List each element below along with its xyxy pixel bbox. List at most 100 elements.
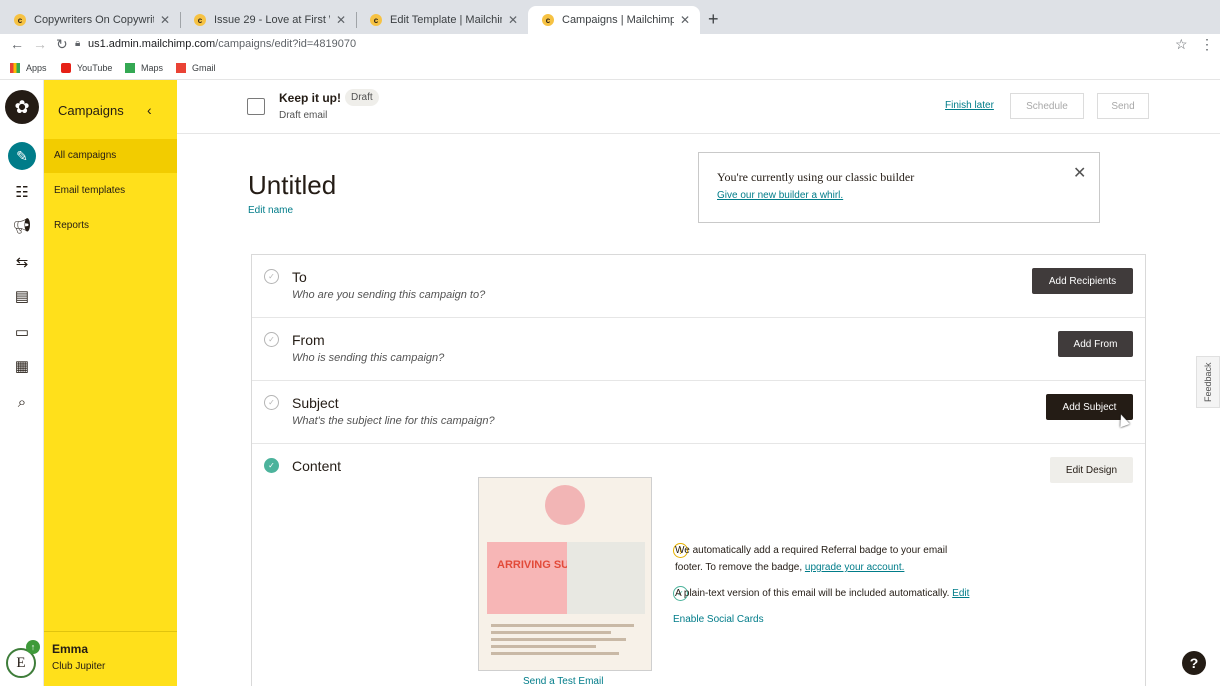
email-draft-icon — [247, 98, 265, 115]
send-button[interactable]: Send — [1097, 93, 1149, 119]
account-switcher[interactable]: Emma Club Jupiter — [44, 631, 177, 686]
forward-arrow-icon[interactable]: → — [33, 36, 47, 52]
feedback-tab[interactable]: Feedback — [1196, 356, 1220, 408]
referral-text: footer. To remove the badge, — [675, 562, 803, 573]
header-subtitle: Draft email — [279, 110, 328, 121]
row-subtext: Who is sending this campaign? — [292, 352, 445, 364]
campaign-checklist: ✓ To Who are you sending this campaign t… — [251, 254, 1146, 687]
apps-grid-icon — [10, 63, 20, 73]
send-test-email-link[interactable]: Send a Test Email — [523, 676, 603, 687]
edit-design-button[interactable]: Edit Design — [1050, 457, 1133, 483]
reload-icon[interactable]: ↻ — [56, 36, 68, 53]
sidebar-item-all-campaigns[interactable]: All campaigns — [44, 139, 177, 173]
row-heading: Subject — [292, 395, 339, 411]
sidebar-title: Campaigns — [58, 103, 124, 118]
integrations-grid-icon[interactable]: ▦ — [12, 356, 32, 376]
upgrade-arrow-icon[interactable]: ↑ — [26, 640, 40, 654]
row-heading: From — [292, 332, 325, 348]
check-circle-done-icon: ✓ — [264, 458, 279, 473]
website-icon[interactable]: ▤ — [12, 286, 32, 306]
mailchimp-favicon-icon: c — [194, 14, 206, 26]
row-subtext: What's the subject line for this campaig… — [292, 415, 495, 427]
mailchimp-logo-icon[interactable]: ✿ — [5, 90, 39, 124]
browser-tab[interactable]: c Edit Template | Mailchimp ✕ — [356, 6, 528, 34]
check-circle-icon: ✓ — [264, 395, 279, 410]
campaigns-megaphone-icon[interactable]: 📢︎ — [12, 216, 32, 236]
schedule-button[interactable]: Schedule — [1010, 93, 1084, 119]
close-tab-icon[interactable]: ✕ — [680, 13, 690, 27]
search-icon[interactable]: ⌕ — [12, 392, 32, 412]
app-nav-rail: ✿ ✎ ☷ 📢︎ ⇆ ▤ ▭ ▦ ⌕ E ↑ — [0, 80, 44, 686]
tab-title: Campaigns | Mailchimp — [562, 14, 674, 26]
lock-icon[interactable]: 🔒︎ — [75, 38, 80, 49]
mailchimp-favicon-icon: c — [542, 14, 554, 26]
browser-tab-bar: c Copywriters On Copywriting ✕ c Issue 2… — [0, 0, 1220, 34]
tab-title: Edit Template | Mailchimp — [390, 14, 502, 26]
browser-tab-active[interactable]: c Campaigns | Mailchimp ✕ — [528, 6, 700, 34]
browser-menu-icon[interactable]: ⋮ — [1200, 36, 1214, 53]
plaintext-note: A plain-text version of this email will … — [675, 585, 969, 602]
close-tab-icon[interactable]: ✕ — [508, 13, 518, 27]
campaigns-sidebar: Campaigns ‹ All campaigns Email template… — [44, 80, 177, 686]
finish-later-link[interactable]: Finish later — [945, 100, 994, 111]
builder-notice: You're currently using our classic build… — [698, 152, 1100, 223]
body-text-placeholder — [491, 624, 641, 659]
hero-image: ARRIVING SUMMER 2021 — [487, 542, 645, 614]
edit-name-link[interactable]: Edit name — [248, 205, 293, 216]
address-bar: ← → ↻ 🔒︎ us1.admin.mailchimp.com/campaig… — [0, 34, 1220, 58]
add-recipients-button[interactable]: Add Recipients — [1032, 268, 1133, 294]
new-tab-plus-icon[interactable]: + — [708, 9, 719, 30]
bookmark-youtube[interactable]: YouTube — [61, 63, 112, 73]
back-arrow-icon[interactable]: ← — [10, 36, 24, 52]
sidebar-item-email-templates[interactable]: Email templates — [44, 174, 177, 208]
check-circle-icon: ✓ — [264, 269, 279, 284]
checklist-row-to: ✓ To Who are you sending this campaign t… — [252, 255, 1145, 318]
star-bookmark-icon[interactable]: ☆ — [1175, 36, 1188, 53]
automations-icon[interactable]: ⇆ — [12, 252, 32, 272]
bookmarks-bar: Apps YouTube Maps Gmail — [0, 58, 1220, 80]
referral-text: We automatically add a required Referral… — [675, 545, 948, 556]
campaign-header: Keep it up! Draft Draft email Finish lat… — [177, 80, 1220, 134]
page-title: Untitled — [248, 170, 337, 200]
mailchimp-favicon-icon: c — [14, 14, 26, 26]
close-icon[interactable]: ✕ — [1073, 163, 1086, 183]
caravan-photo — [567, 542, 645, 614]
checklist-row-subject: ✓ Subject What's the subject line for th… — [252, 381, 1145, 444]
header-title: Keep it up! — [279, 91, 341, 105]
upgrade-account-link[interactable]: upgrade your account. — [805, 562, 905, 573]
gmail-icon — [176, 63, 186, 73]
row-subtext: Who are you sending this campaign to? — [292, 289, 486, 301]
plaintext-text: A plain-text version of this email will … — [675, 588, 950, 599]
browser-tab[interactable]: c Copywriters On Copywriting ✕ — [0, 6, 180, 34]
maps-icon — [125, 63, 135, 73]
mailchimp-favicon-icon: c — [370, 14, 382, 26]
notice-text: You're currently using our classic build… — [717, 170, 915, 184]
content-studio-icon[interactable]: ▭ — [12, 322, 32, 342]
edit-plaintext-link[interactable]: Edit — [952, 588, 969, 599]
bookmark-apps[interactable]: Apps — [10, 63, 47, 73]
add-from-button[interactable]: Add From — [1058, 331, 1133, 357]
tab-title: Copywriters On Copywriting — [34, 14, 154, 26]
user-name: Emma — [52, 642, 89, 656]
referral-badge-note: We automatically add a required Referral… — [675, 542, 947, 576]
help-button[interactable]: ? — [1182, 651, 1206, 675]
close-tab-icon[interactable]: ✕ — [160, 13, 170, 27]
browser-tab[interactable]: c Issue 29 - Love at First Write ✕ — [180, 6, 356, 34]
check-circle-icon: ✓ — [264, 332, 279, 347]
enable-social-cards-link[interactable]: Enable Social Cards — [673, 614, 764, 625]
url-field[interactable]: us1.admin.mailchimp.com/campaigns/edit?i… — [88, 38, 356, 50]
row-heading: Content — [292, 458, 342, 474]
collapse-chevron-icon[interactable]: ‹ — [147, 102, 152, 118]
close-tab-icon[interactable]: ✕ — [336, 13, 346, 27]
tab-title: Issue 29 - Love at First Write — [214, 14, 330, 26]
sidebar-item-reports[interactable]: Reports — [44, 209, 177, 243]
audience-icon[interactable]: ☷ — [12, 182, 32, 202]
row-heading: To — [292, 269, 307, 285]
org-name: Club Jupiter — [52, 661, 106, 672]
create-pencil-icon[interactable]: ✎ — [8, 142, 36, 170]
bookmark-gmail[interactable]: Gmail — [176, 63, 216, 73]
bookmark-maps[interactable]: Maps — [125, 63, 163, 73]
new-builder-link[interactable]: Give our new builder a whirl. — [717, 190, 843, 201]
email-preview-thumbnail[interactable]: ARRIVING SUMMER 2021 — [478, 477, 652, 671]
brand-logo-image — [545, 485, 585, 525]
